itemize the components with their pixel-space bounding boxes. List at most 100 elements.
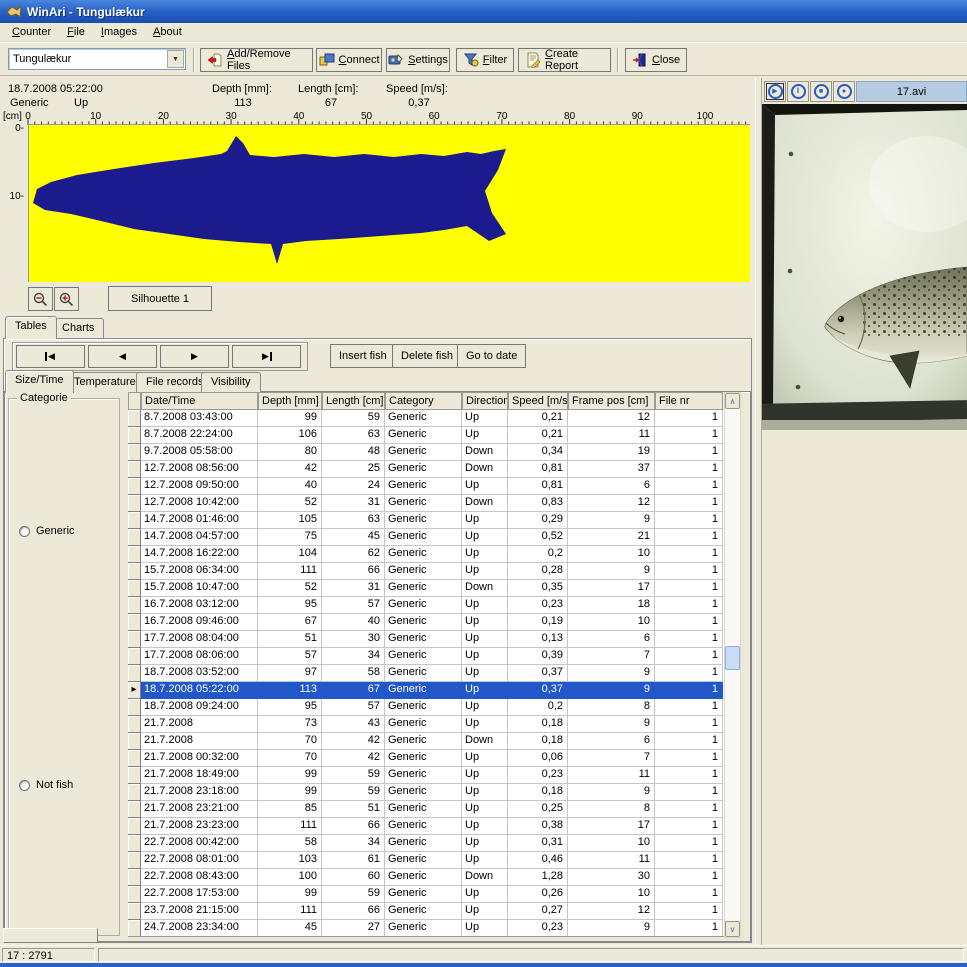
- table-row[interactable]: 24.7.2008 23:34:004527GenericUp0,2391: [128, 920, 724, 937]
- row-selector-cell[interactable]: [128, 750, 141, 767]
- row-selector-cell[interactable]: [128, 801, 141, 818]
- row-selector-cell[interactable]: [128, 495, 141, 512]
- subtab-temperature[interactable]: Temperature: [64, 372, 146, 393]
- row-selector-cell[interactable]: [128, 444, 141, 461]
- menu-item-about[interactable]: About: [145, 24, 190, 40]
- row-selector-cell[interactable]: [128, 665, 141, 682]
- video-stop-button[interactable]: ■: [810, 81, 832, 102]
- row-selector-cell[interactable]: [128, 512, 141, 529]
- settings-button[interactable]: Settings: [386, 48, 450, 72]
- table-row[interactable]: 14.7.2008 04:57:007545GenericUp0,52211: [128, 529, 724, 546]
- create-report-button[interactable]: Create Report: [518, 48, 611, 72]
- fish-table-body[interactable]: 8.7.2008 03:43:009959GenericUp0,211218.7…: [128, 410, 724, 937]
- table-row[interactable]: 16.7.2008 09:46:006740GenericUp0,19101: [128, 614, 724, 631]
- table-row[interactable]: 12.7.2008 10:42:005231GenericDown0,83121: [128, 495, 724, 512]
- zoom-in-button[interactable]: [54, 287, 79, 311]
- row-selector-cell[interactable]: [128, 597, 141, 614]
- table-row[interactable]: 15.7.2008 06:34:0011166GenericUp0,2891: [128, 563, 724, 580]
- row-selector-cell[interactable]: [128, 546, 141, 563]
- table-row[interactable]: 12.7.2008 08:56:004225GenericDown0,81371: [128, 461, 724, 478]
- table-row[interactable]: 21.7.2008 23:18:009959GenericUp0,1891: [128, 784, 724, 801]
- table-row[interactable]: 17.7.2008 08:06:005734GenericUp0,3971: [128, 648, 724, 665]
- row-selector-cell[interactable]: [128, 580, 141, 597]
- go-to-date-button[interactable]: Go to date: [457, 344, 526, 368]
- row-selector-cell[interactable]: [128, 835, 141, 852]
- nav-first-button[interactable]: ◀: [16, 345, 85, 368]
- row-selector-cell[interactable]: [128, 648, 141, 665]
- table-row[interactable]: 8.7.2008 03:43:009959GenericUp0,21121: [128, 410, 724, 427]
- row-selector-cell[interactable]: [128, 869, 141, 886]
- header-date-time[interactable]: Date/Time: [141, 392, 258, 410]
- radio-not-fish[interactable]: Not fish: [19, 779, 73, 791]
- row-selector-cell[interactable]: [128, 818, 141, 835]
- row-selector-cell[interactable]: [128, 716, 141, 733]
- row-selector-cell[interactable]: [128, 563, 141, 580]
- radio-generic[interactable]: Generic: [19, 525, 75, 537]
- table-row[interactable]: 18.7.2008 03:52:009758GenericUp0,3791: [128, 665, 724, 682]
- table-row[interactable]: 14.7.2008 16:22:0010462GenericUp0,2101: [128, 546, 724, 563]
- table-row[interactable]: 21.7.20087343GenericUp0,1891: [128, 716, 724, 733]
- video-play-button[interactable]: ▶: [764, 81, 786, 102]
- scrollbar-thumb[interactable]: [725, 646, 740, 670]
- delete-fish-button[interactable]: Delete fish: [392, 344, 462, 368]
- header-frame-pos[interactable]: Frame pos [cm]: [568, 392, 655, 410]
- header-depth[interactable]: Depth [mm]: [258, 392, 322, 410]
- row-selector-cell[interactable]: [128, 410, 141, 427]
- table-row[interactable]: 16.7.2008 03:12:009557GenericUp0,23181: [128, 597, 724, 614]
- row-selector-cell[interactable]: [128, 784, 141, 801]
- subtab-size-time[interactable]: Size/Time: [5, 370, 74, 393]
- header-length[interactable]: Length [cm]: [322, 392, 385, 410]
- row-selector-cell[interactable]: [128, 852, 141, 869]
- row-selector-cell[interactable]: [128, 733, 141, 750]
- video-pause-button[interactable]: ‖: [787, 81, 809, 102]
- row-selector-cell[interactable]: [128, 767, 141, 784]
- table-row[interactable]: 21.7.20087042GenericDown0,1861: [128, 733, 724, 750]
- row-selector-cell[interactable]: [128, 631, 141, 648]
- menu-item-counter[interactable]: Counter: [4, 24, 59, 40]
- tab-tables[interactable]: Tables: [5, 316, 57, 339]
- title-bar[interactable]: WinAri - Tungulækur: [0, 0, 967, 23]
- table-row[interactable]: 23.7.2008 21:15:0011166GenericUp0,27121: [128, 903, 724, 920]
- row-selector-cell[interactable]: ▸: [128, 682, 141, 699]
- scroll-up-button[interactable]: ∧: [725, 393, 740, 409]
- row-selector-cell[interactable]: [128, 478, 141, 495]
- row-selector-cell[interactable]: [128, 903, 141, 920]
- row-selector-cell[interactable]: [128, 461, 141, 478]
- header-category[interactable]: Category: [385, 392, 462, 410]
- row-selector-cell[interactable]: [128, 427, 141, 444]
- menu-item-file[interactable]: File: [59, 24, 93, 40]
- nav-next-button[interactable]: ▶: [160, 345, 229, 368]
- menu-item-images[interactable]: Images: [93, 24, 145, 40]
- table-row[interactable]: 14.7.2008 01:46:0010563GenericUp0,2991: [128, 512, 724, 529]
- row-selector-cell[interactable]: [128, 529, 141, 546]
- zoom-out-button[interactable]: [28, 287, 53, 311]
- header-file-nr[interactable]: File nr: [655, 392, 723, 410]
- filter-button[interactable]: Filter: [456, 48, 514, 72]
- close-button[interactable]: Close: [625, 48, 687, 72]
- table-row[interactable]: 22.7.2008 17:53:009959GenericUp0,26101: [128, 886, 724, 903]
- site-selector[interactable]: Tungulækur ▼: [8, 48, 186, 70]
- table-row[interactable]: 17.7.2008 08:04:005130GenericUp0,1361: [128, 631, 724, 648]
- row-selector-cell[interactable]: [128, 920, 141, 937]
- combo-dropdown-arrow-icon[interactable]: ▼: [167, 50, 184, 68]
- row-selector-cell[interactable]: [128, 886, 141, 903]
- table-row[interactable]: 22.7.2008 00:42:005834GenericUp0,31101: [128, 835, 724, 852]
- nav-last-button[interactable]: ▶: [232, 345, 301, 368]
- table-row[interactable]: 22.7.2008 08:43:0010060GenericDown1,2830…: [128, 869, 724, 886]
- pane-splitter[interactable]: [755, 78, 762, 945]
- video-frame[interactable]: [762, 104, 967, 430]
- insert-fish-button[interactable]: Insert fish: [330, 344, 396, 368]
- table-scrollbar[interactable]: ∧ ∨: [724, 392, 741, 938]
- table-row[interactable]: 21.7.2008 23:21:008551GenericUp0,2581: [128, 801, 724, 818]
- row-selector-cell[interactable]: [128, 699, 141, 716]
- table-row[interactable]: 21.7.2008 00:32:007042GenericUp0,0671: [128, 750, 724, 767]
- table-row[interactable]: 15.7.2008 10:47:005231GenericDown0,35171: [128, 580, 724, 597]
- subtab-visibility[interactable]: Visibility: [201, 372, 261, 393]
- nav-prev-button[interactable]: ◀: [88, 345, 157, 368]
- radio-not-fish-icon[interactable]: [19, 780, 30, 791]
- row-selector-cell[interactable]: [128, 614, 141, 631]
- video-record-button[interactable]: ●: [833, 81, 855, 102]
- tab-charts[interactable]: Charts: [52, 318, 104, 339]
- header-speed[interactable]: Speed [m/s]: [508, 392, 568, 410]
- table-row[interactable]: 18.7.2008 09:24:009557GenericUp0,281: [128, 699, 724, 716]
